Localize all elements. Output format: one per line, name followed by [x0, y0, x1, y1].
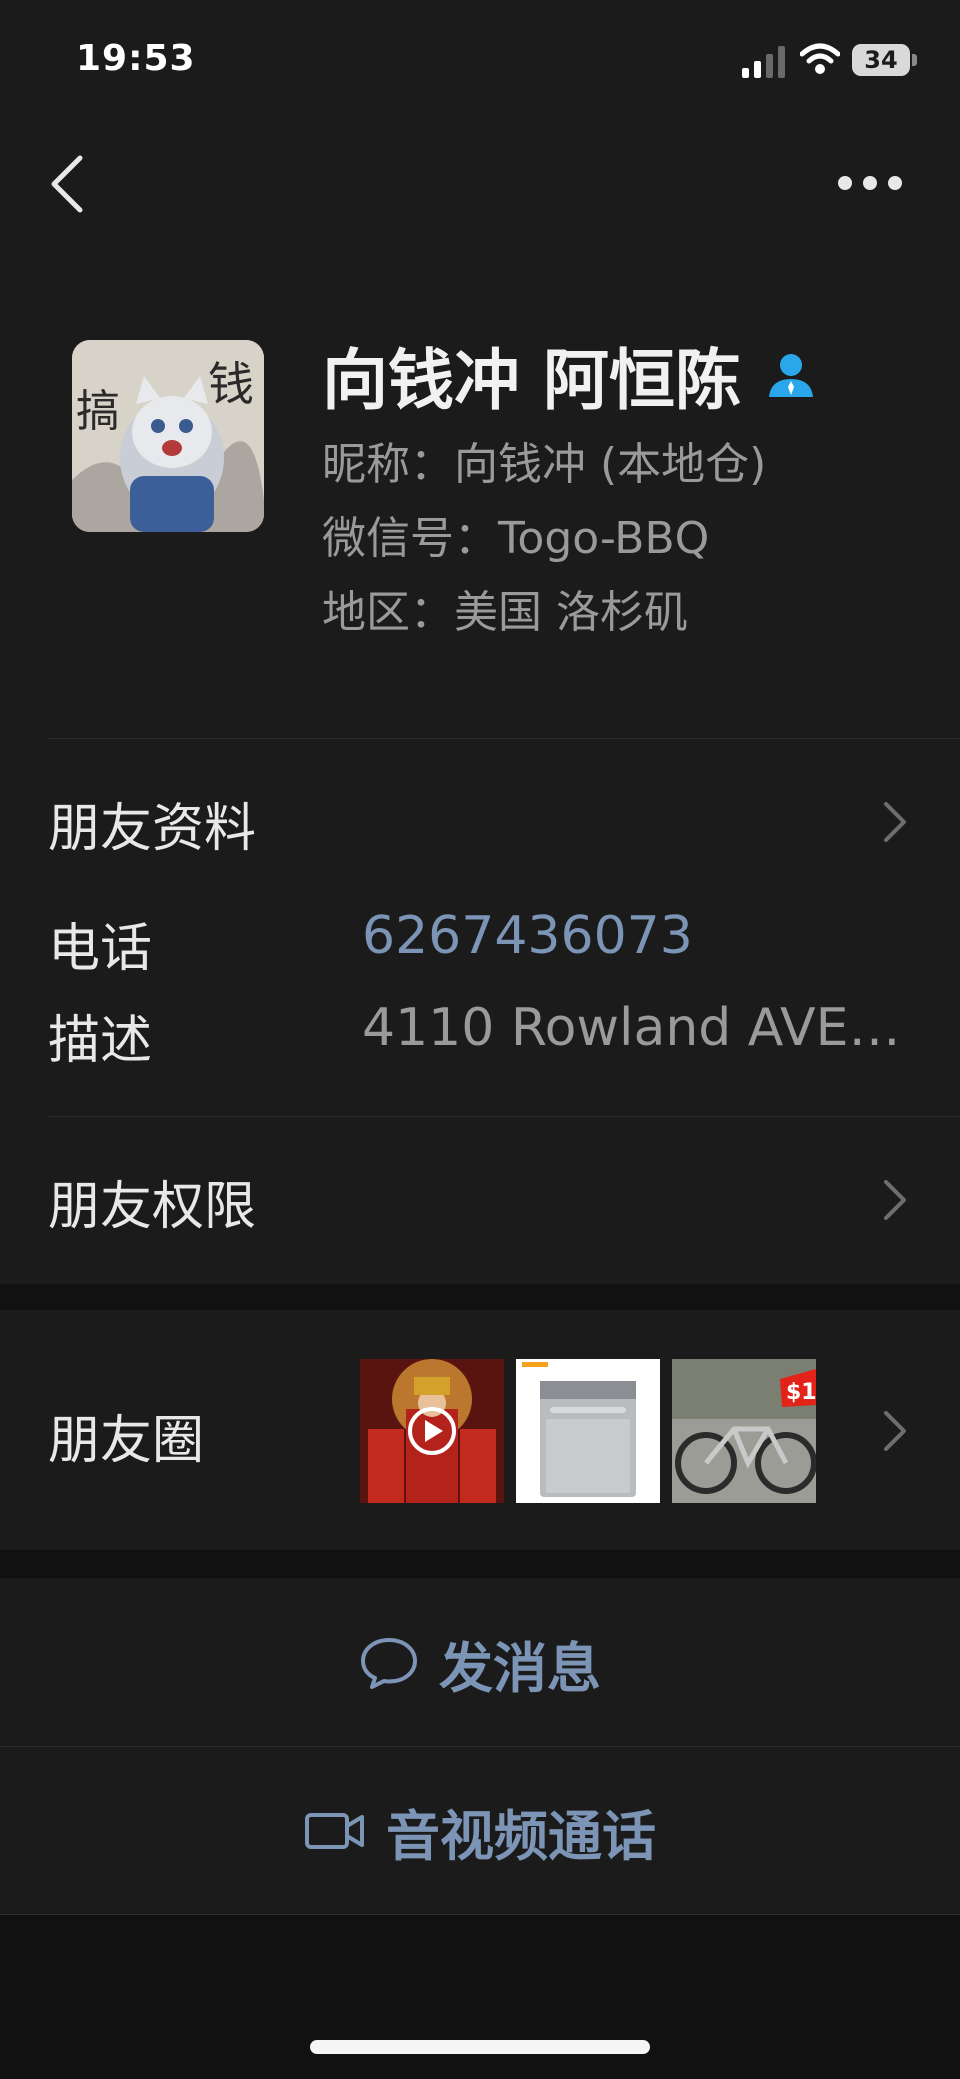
description-value: 4110 Rowland AVE,... — [362, 998, 912, 1058]
region: 地区：美国 洛杉矶 — [322, 587, 688, 638]
wechat-id: 微信号：Togo-BBQ — [322, 513, 710, 564]
moments-thumb-bicycle[interactable]: $1 — [672, 1359, 816, 1503]
moments-bicycle-image: $1 — [672, 1359, 816, 1503]
phone-label: 电话 — [48, 919, 153, 979]
chevron-right-icon[interactable] — [882, 800, 908, 844]
divider — [48, 738, 960, 739]
status-time: 19:53 — [76, 38, 196, 79]
nickname: 昵称：向钱冲 (本地仓) — [322, 439, 767, 490]
phone-value[interactable]: 6267436073 — [362, 906, 693, 966]
more-icon[interactable] — [836, 168, 904, 198]
status-bar: 19:53 34 — [0, 0, 960, 120]
battery-tip — [912, 54, 917, 66]
send-message-button[interactable]: 发消息 — [0, 1580, 960, 1746]
avatar[interactable]: 搞 钱 — [72, 340, 264, 532]
friend-info-label[interactable]: 朋友资料 — [48, 786, 256, 861]
chat-bubble-icon — [361, 1638, 417, 1689]
chevron-right-icon[interactable] — [882, 1409, 908, 1453]
moments-dishwasher-image — [516, 1359, 660, 1503]
profile-header: 搞 钱 向钱冲 阿恒陈 昵称：向钱冲 (本地仓) 微信号：Togo-BBQ 地区… — [0, 300, 960, 738]
bicycle-price-text: $1 — [786, 1380, 816, 1405]
moments-video-image — [360, 1359, 504, 1503]
chevron-right-icon[interactable] — [882, 1178, 908, 1222]
wifi-icon — [800, 43, 840, 74]
back-arrow-icon[interactable] — [44, 150, 94, 218]
display-name: 向钱冲 阿恒陈 — [322, 342, 741, 419]
description-label: 描述 — [48, 1011, 153, 1071]
video-call-button[interactable]: 音视频通话 — [0, 1748, 960, 1914]
battery-icon: 34 — [852, 44, 910, 76]
section-gap — [0, 1284, 960, 1310]
moments-thumb-dishwasher[interactable] — [516, 1359, 660, 1503]
bottom-area — [0, 1915, 960, 2079]
moments-thumb-video[interactable] — [360, 1359, 504, 1503]
avatar-text-2: 钱 — [208, 357, 254, 411]
divider — [48, 1116, 960, 1117]
moments-label[interactable]: 朋友圈 — [48, 1398, 204, 1473]
video-camera-icon — [305, 1813, 364, 1849]
avatar-image: 搞 钱 — [72, 340, 264, 532]
section-gap — [0, 1550, 960, 1578]
video-call-label: 音视频通话 — [386, 1804, 656, 1868]
avatar-text-1: 搞 — [76, 386, 120, 437]
divider — [0, 1746, 960, 1747]
signal-icon — [742, 46, 785, 78]
person-star-icon — [768, 354, 813, 397]
friend-permissions-label[interactable]: 朋友权限 — [48, 1164, 256, 1239]
send-message-label: 发消息 — [439, 1636, 601, 1700]
name-row: 向钱冲 阿恒陈 — [322, 330, 817, 420]
home-indicator[interactable] — [310, 2040, 650, 2054]
